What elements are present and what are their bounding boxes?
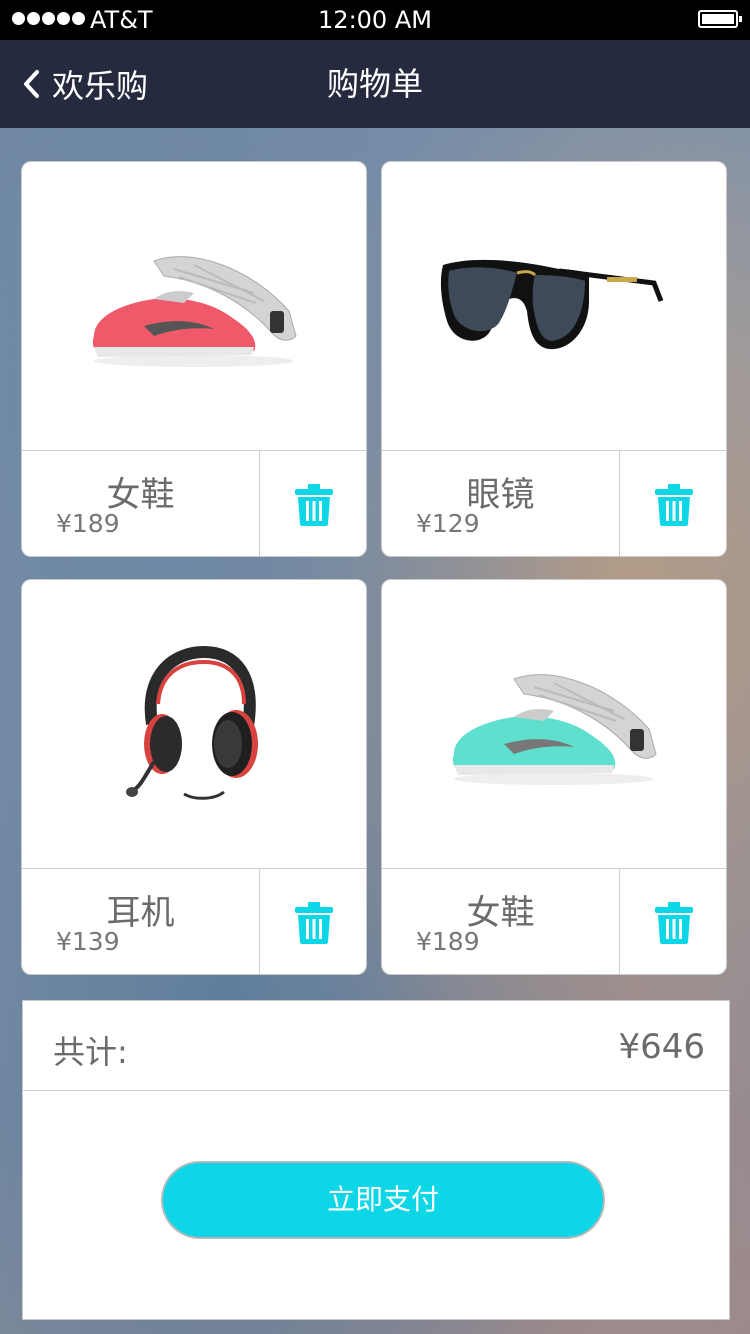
headphones-icon xyxy=(126,645,258,800)
item-price: ¥129 xyxy=(416,509,480,538)
delete-button[interactable] xyxy=(260,869,366,974)
item-footer: 耳机 ¥139 xyxy=(22,868,366,974)
cart-item-card[interactable]: 眼镜 ¥129 xyxy=(381,161,727,557)
product-image xyxy=(382,162,726,450)
page-title: 购物单 xyxy=(326,65,423,103)
total-row: 共计: ¥646 xyxy=(23,1001,729,1091)
sunglasses-icon xyxy=(440,259,664,350)
delete-button[interactable] xyxy=(260,451,366,556)
item-footer: 女鞋 ¥189 xyxy=(22,450,366,556)
order-summary: 共计: ¥646 立即支付 xyxy=(22,1000,730,1320)
status-bar: AT&T 12:00 AM xyxy=(0,0,750,40)
clock: 12:00 AM xyxy=(318,6,432,34)
item-info: 女鞋 ¥189 xyxy=(22,451,260,556)
product-image xyxy=(22,580,366,868)
trash-icon xyxy=(655,901,693,944)
delete-button[interactable] xyxy=(620,451,726,556)
cart-item-card[interactable]: 女鞋 ¥189 xyxy=(381,579,727,975)
trash-icon xyxy=(655,483,693,526)
item-footer: 女鞋 ¥189 xyxy=(382,868,726,974)
pay-now-button[interactable]: 立即支付 xyxy=(161,1161,605,1239)
shoe-mint-icon xyxy=(452,674,657,785)
item-info: 女鞋 ¥189 xyxy=(382,869,620,974)
cart-item-card[interactable]: 耳机 ¥139 xyxy=(21,579,367,975)
product-image xyxy=(22,162,366,450)
trash-icon xyxy=(295,901,333,944)
trash-icon xyxy=(295,483,333,526)
total-value: ¥646 xyxy=(618,1027,705,1067)
shoe-coral-icon xyxy=(92,256,297,367)
item-price: ¥139 xyxy=(56,927,120,956)
item-price: ¥189 xyxy=(416,927,480,956)
item-info: 眼镜 ¥129 xyxy=(382,451,620,556)
battery-icon xyxy=(698,10,742,28)
delete-button[interactable] xyxy=(620,869,726,974)
cart-item-card[interactable]: 女鞋 ¥189 xyxy=(21,161,367,557)
product-image xyxy=(382,580,726,868)
item-footer: 眼镜 ¥129 xyxy=(382,450,726,556)
item-info: 耳机 ¥139 xyxy=(22,869,260,974)
item-price: ¥189 xyxy=(56,509,120,538)
nav-bar: 欢乐购 购物单 xyxy=(0,40,750,128)
total-label: 共计: xyxy=(53,1033,128,1071)
